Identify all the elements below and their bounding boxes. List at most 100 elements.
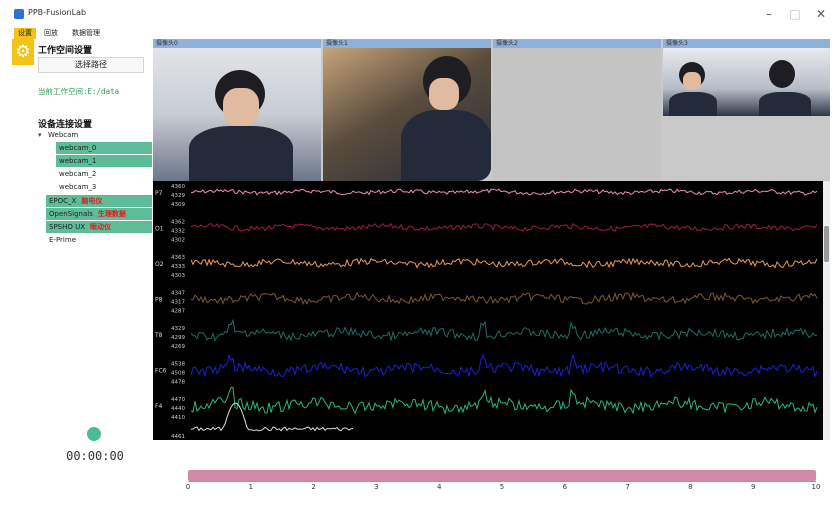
device-name: OpenSignals bbox=[49, 210, 93, 218]
eeg-channel-label: F4 bbox=[155, 403, 162, 410]
eeg-trace-o2 bbox=[190, 257, 818, 269]
menu-playback[interactable]: 回放 bbox=[40, 28, 62, 39]
person-body bbox=[759, 92, 811, 116]
eeg-channel-label: O2 bbox=[155, 261, 164, 268]
person-body bbox=[189, 126, 293, 181]
eeg-tick-label: 4470 bbox=[171, 397, 185, 403]
eeg-trace-o1 bbox=[190, 222, 818, 232]
eeg-tick-label: 4360 bbox=[171, 184, 185, 190]
timeline-tick-label: 6 bbox=[562, 483, 568, 491]
window-title: PPB-FusionLab bbox=[28, 8, 87, 17]
close-button[interactable]: ✕ bbox=[810, 5, 832, 23]
eeg-tick-label: 4362 bbox=[171, 220, 185, 226]
maximize-button[interactable]: □ bbox=[784, 5, 806, 23]
eeg-tick-label: 4363 bbox=[171, 255, 185, 261]
face-blur bbox=[429, 78, 459, 110]
recording-timer: 00:00:00 bbox=[66, 449, 124, 463]
eeg-tick-label: 4303 bbox=[171, 273, 185, 279]
timeline-tick-label: 5 bbox=[499, 483, 505, 491]
menu-data-management[interactable]: 数据管理 bbox=[68, 28, 104, 39]
eeg-tick-label: 4317 bbox=[171, 300, 185, 306]
device-spsho-ux[interactable]: SPSHO UX 眼动仪 bbox=[46, 221, 152, 233]
device-epoc-x[interactable]: EPOC_X 脑电仪 bbox=[46, 195, 152, 207]
current-workspace-label: 当前工作空间:E:/data bbox=[38, 87, 120, 96]
person-body bbox=[401, 110, 491, 181]
chevron-down-icon[interactable]: ▾ bbox=[38, 131, 42, 139]
eeg-trace-p8 bbox=[190, 291, 818, 305]
timeline-tick-label: 4 bbox=[436, 483, 442, 491]
record-button[interactable] bbox=[87, 427, 101, 441]
device-tag: 眼动仪 bbox=[90, 223, 112, 231]
eeg-trace-p7 bbox=[190, 188, 818, 196]
choose-path-button[interactable]: 选择路径 bbox=[38, 57, 144, 73]
camera-header-3: 摄像头3 bbox=[663, 39, 830, 48]
device-webcam-2[interactable]: webcam_2 bbox=[56, 168, 152, 180]
eeg-tick-label: 4329 bbox=[171, 326, 185, 332]
eeg-channel-label: FC6 bbox=[155, 368, 167, 375]
face-blur bbox=[683, 72, 701, 90]
camera-header-0: 摄像头0 bbox=[153, 39, 321, 48]
eeg-tick-label: 4508 bbox=[171, 371, 185, 377]
timeline-tick-label: 3 bbox=[374, 483, 379, 491]
timeline-axis bbox=[188, 481, 816, 482]
timeline-tick-label: 1 bbox=[248, 483, 254, 491]
gear-icon[interactable]: ⚙ bbox=[12, 39, 34, 65]
eeg-channel-label: T8 bbox=[154, 332, 163, 339]
eeg-tick-label: 4440 bbox=[171, 406, 185, 412]
person-image bbox=[769, 60, 795, 88]
timeline-tick-label: 10 bbox=[811, 483, 821, 491]
app-logo-icon bbox=[14, 9, 24, 19]
menu-settings[interactable]: 设置 bbox=[14, 28, 36, 39]
device-name: EPOC_X bbox=[49, 197, 77, 205]
eeg-scrollbar-thumb[interactable] bbox=[824, 226, 829, 262]
device-opensignals[interactable]: OpenSignals 生理数据 bbox=[46, 208, 152, 220]
camera-feed-2[interactable] bbox=[493, 48, 661, 181]
eeg-channel-label: P8 bbox=[155, 297, 163, 304]
camera-feed-1[interactable] bbox=[323, 48, 491, 181]
tree-group-webcam[interactable]: Webcam bbox=[48, 131, 78, 139]
title-bar bbox=[0, 0, 840, 28]
device-webcam-3[interactable]: webcam_3 bbox=[56, 181, 152, 193]
eeg-tick-label: 4461 bbox=[171, 434, 185, 440]
eeg-tick-label: 4478 bbox=[171, 380, 185, 386]
device-heading: 设备连接设置 bbox=[38, 120, 93, 130]
camera-feed-0[interactable] bbox=[153, 48, 321, 181]
eeg-tick-label: 4332 bbox=[171, 229, 185, 235]
minimize-button[interactable]: – bbox=[758, 5, 780, 23]
device-name: E-Prime bbox=[49, 236, 76, 244]
eeg-tick-label: 4329 bbox=[171, 193, 185, 199]
eeg-channel-label: P7 bbox=[155, 190, 163, 197]
timeline-tick-label: 2 bbox=[311, 483, 316, 491]
device-e-prime[interactable]: E-Prime bbox=[46, 234, 152, 246]
eeg-signal-plot: 4360 4329 4309 P7 4362 4332 4302 O1 4363 4333 4303… bbox=[154, 184, 818, 440]
timeline-tick-label: 8 bbox=[688, 483, 693, 491]
eeg-trace-f4 bbox=[190, 386, 818, 415]
eeg-tick-label: 4333 bbox=[171, 264, 185, 270]
device-tag: 脑电仪 bbox=[81, 197, 103, 205]
eeg-tick-label: 4347 bbox=[171, 291, 185, 297]
eeg-tick-label: 4287 bbox=[171, 309, 185, 315]
menu-bar bbox=[0, 28, 840, 39]
device-tag: 生理数据 bbox=[97, 210, 126, 218]
eeg-tick-label: 4269 bbox=[171, 344, 185, 350]
eeg-tick-label: 4302 bbox=[171, 238, 185, 244]
camera-header-1: 摄像头1 bbox=[323, 39, 491, 48]
eeg-scrollbar[interactable] bbox=[823, 181, 830, 440]
eeg-trace-fc6 bbox=[190, 353, 818, 379]
eeg-channel-label: O1 bbox=[155, 226, 164, 233]
timeline-slider[interactable] bbox=[188, 470, 816, 481]
camera-header-2: 摄像头2 bbox=[493, 39, 661, 48]
device-webcam-0[interactable]: webcam_0 bbox=[56, 142, 152, 154]
timeline-tick-label: 9 bbox=[750, 483, 756, 491]
eeg-tick-label: 4299 bbox=[171, 335, 185, 341]
person-body bbox=[669, 92, 717, 116]
device-webcam-1[interactable]: webcam_1 bbox=[56, 155, 152, 167]
camera-feed-3[interactable] bbox=[663, 48, 830, 116]
timeline-tick-label: 7 bbox=[625, 483, 630, 491]
eeg-tick-label: 4410 bbox=[171, 415, 185, 421]
eeg-tick-label: 4309 bbox=[171, 202, 185, 208]
face-blur bbox=[223, 88, 259, 126]
workspace-heading: 工作空间设置 bbox=[38, 46, 93, 56]
eeg-tick-label: 4538 bbox=[171, 362, 185, 368]
eeg-trace-t8 bbox=[190, 318, 818, 342]
